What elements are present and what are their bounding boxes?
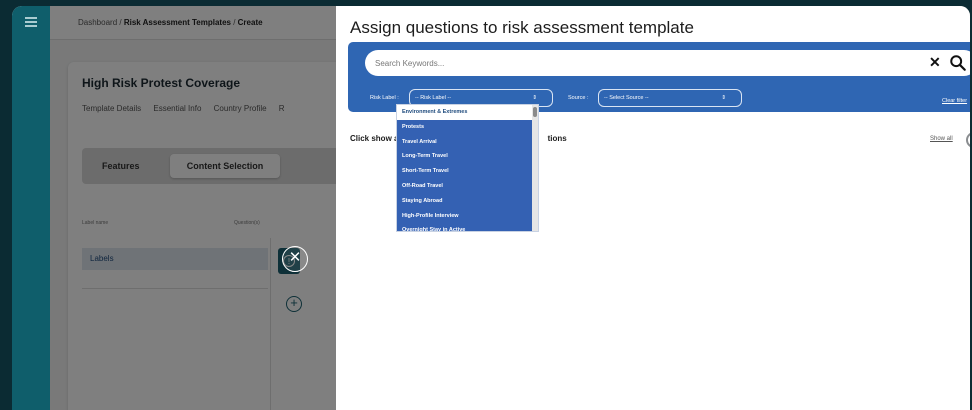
dropdown-option[interactable]: Protests bbox=[397, 120, 538, 135]
background-page: Dashboard / Risk Assessment Templates / … bbox=[50, 6, 970, 410]
close-icon[interactable]: ✕ bbox=[282, 246, 308, 272]
search-bar: ✕ bbox=[365, 50, 970, 76]
scrollbar-thumb[interactable] bbox=[533, 107, 537, 117]
hamburger-icon[interactable] bbox=[25, 17, 37, 27]
dropdown-option[interactable]: Overnight Stay in Active bbox=[397, 223, 538, 231]
dropdown-option[interactable]: Long-Term Travel bbox=[397, 149, 538, 164]
dropdown-option[interactable]: Travel Arrival bbox=[397, 135, 538, 150]
search-input[interactable] bbox=[375, 50, 895, 76]
dropdown-scrollbar[interactable] bbox=[532, 105, 538, 231]
search-icon[interactable] bbox=[949, 54, 967, 72]
dropdown-option[interactable]: Short-Term Travel bbox=[397, 164, 538, 179]
clear-x-icon[interactable]: ✕ bbox=[929, 54, 941, 71]
risk-label-caption: Risk Label : bbox=[370, 95, 399, 101]
dropdown-option[interactable]: Environment & Extremes bbox=[397, 105, 538, 120]
assign-questions-panel: Assign questions to risk assessment temp… bbox=[336, 6, 970, 410]
clear-filter-link[interactable]: Clear filter bbox=[942, 98, 967, 104]
app-window: Dashboard / Risk Assessment Templates / … bbox=[12, 6, 970, 410]
risk-label-value: -- Risk Label -- bbox=[415, 95, 452, 101]
dropdown-option[interactable]: High-Profile Interview bbox=[397, 209, 538, 224]
select-arrows-icon: ⇕ bbox=[721, 95, 726, 101]
source-select[interactable]: -- Select Source -- ⇕ bbox=[598, 89, 742, 107]
source-value: -- Select Source -- bbox=[604, 95, 649, 101]
show-all-toggle[interactable] bbox=[966, 132, 970, 148]
filter-box: ✕ Risk Label : -- Risk Label -- ⇕ Source… bbox=[348, 42, 970, 112]
dropdown-option[interactable]: Staying Abroad bbox=[397, 194, 538, 209]
panel-title: Assign questions to risk assessment temp… bbox=[350, 18, 694, 37]
show-all-hint-end: tions bbox=[547, 134, 567, 143]
source-caption: Source : bbox=[568, 95, 589, 101]
toggle-knob bbox=[968, 134, 970, 146]
risk-label-dropdown: Environment & Extremes Protests Travel A… bbox=[396, 104, 539, 232]
app-sidebar bbox=[12, 6, 50, 410]
dropdown-option[interactable]: Off-Road Travel bbox=[397, 179, 538, 194]
show-all-label: Show all bbox=[930, 136, 953, 142]
